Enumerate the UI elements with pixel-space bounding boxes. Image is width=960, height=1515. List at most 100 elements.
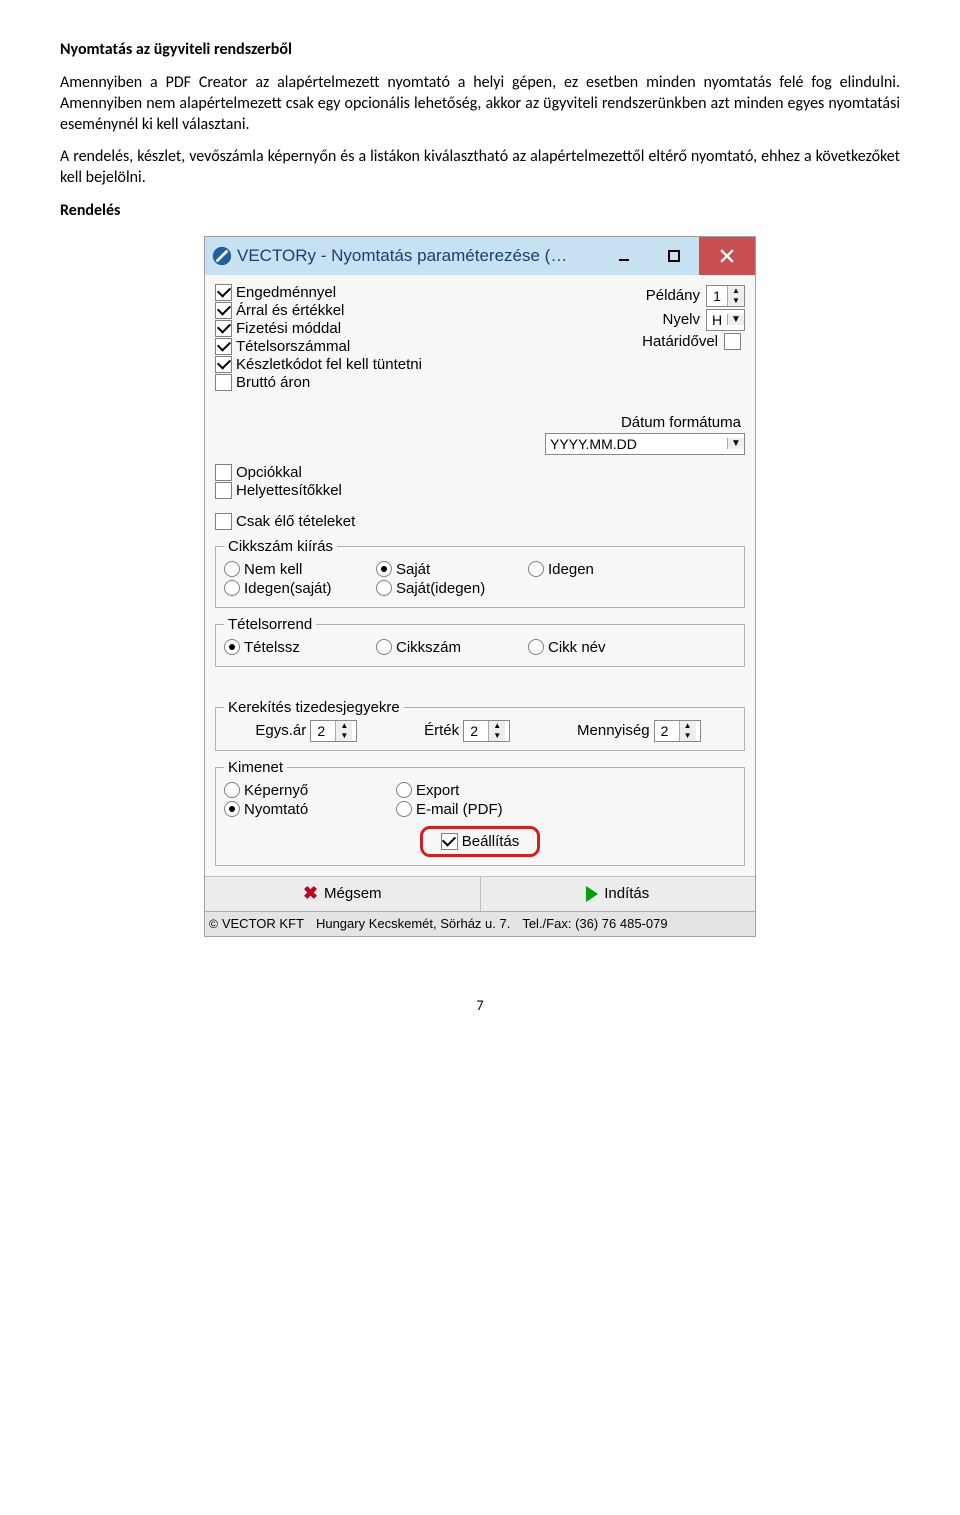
checkbox-icon [215,482,232,499]
maximize-button[interactable] [649,237,699,275]
ertek-spinner[interactable]: 2 ▲▼ [463,720,510,742]
doc-subheading: Rendelés [60,201,900,220]
date-format-value: YYYY.MM.DD [546,436,727,452]
date-format-label: Dátum formátuma [549,414,741,431]
spinner-arrows-icon: ▲▼ [679,721,696,741]
cikkszam-kiiras-group: Cikkszám kiírás Nem kell Saját Idegen [215,538,745,608]
radio-cikkszam[interactable]: Cikkszám [376,639,516,656]
minimize-button[interactable] [599,237,649,275]
chk-label: Fizetési móddal [236,320,341,337]
radio-idegen[interactable]: Idegen [528,561,668,578]
kerekites-legend: Kerekítés tizedesjegyekre [224,699,404,716]
cikkszam-legend: Cikkszám kiírás [224,538,337,555]
radio-tetelssz[interactable]: Tételssz [224,639,364,656]
chevron-down-icon: ▼ [727,438,744,449]
hataridovel-checkbox[interactable] [724,333,741,350]
ertek-label: Érték [424,722,459,739]
chk-label: Opciókkal [236,464,302,481]
egysar-value: 2 [311,721,331,741]
nyelv-value: H [707,312,727,328]
titlebar: VECTORy - Nyomtatás paraméterezése (… [205,237,755,275]
radio-label: Idegen [548,561,594,578]
status-phone: Tel./Fax: (36) 76 485-079 [522,916,667,931]
beallitas-label: Beállítás [462,833,520,850]
mennyiseg-label: Mennyiség [577,722,650,739]
left-checkbox-column: Engedménnyel Árral és értékkel Fizetési … [215,283,545,392]
checkbox-icon [215,338,232,355]
doc-heading: Nyomtatás az ügyviteli rendszerből [60,40,900,59]
chk-csak-elo-teteleket[interactable]: Csak élő tételeket [215,513,745,530]
spinner-arrows-icon: ▲▼ [488,721,505,741]
chk-label: Engedménnyel [236,284,336,301]
cancel-button[interactable]: ✖ Mégsem [205,877,480,911]
chk-opciokkal[interactable]: Opciókkal [215,464,745,481]
radio-cikk-nev[interactable]: Cikk név [528,639,668,656]
status-company: VECTOR KFT [222,916,304,931]
nyelv-label: Nyelv [662,311,700,328]
radio-idegen-sajat[interactable]: Idegen(saját) [224,580,364,597]
radio-sajat[interactable]: Saját [376,561,516,578]
checkbox-icon [215,513,232,530]
copyright-icon: © [209,917,218,931]
play-icon [586,886,598,902]
radio-icon [528,639,544,655]
doc-paragraph-1: Amennyiben a PDF Creator az alapértelmez… [60,73,900,135]
radio-label: Képernyő [244,782,308,799]
chk-label: Bruttó áron [236,374,310,391]
egysar-label: Egys.ár [255,722,306,739]
start-label: Indítás [604,885,649,902]
beallitas-highlight: Beállítás [420,826,541,857]
start-button[interactable]: Indítás [480,877,756,911]
checkbox-icon [215,464,232,481]
chk-arral-ertekkel[interactable]: Árral és értékkel [215,302,545,319]
checkbox-icon [215,302,232,319]
peldany-spinner[interactable]: 1 ▲▼ [706,285,745,307]
kerekites-group: Kerekítés tizedesjegyekre Egys.ár 2 ▲▼ É… [215,699,745,751]
close-button[interactable] [699,237,755,275]
checkbox-icon [215,320,232,337]
window-title: VECTORy - Nyomtatás paraméterezése (… [237,246,599,266]
chk-helyettesitokkel[interactable]: Helyettesítőkkel [215,482,745,499]
date-format-select[interactable]: YYYY.MM.DD ▼ [545,433,745,455]
radio-label: Cikk név [548,639,606,656]
chk-engedmennyel[interactable]: Engedménnyel [215,284,545,301]
radio-icon [376,580,392,596]
radio-kepernyo[interactable]: Képernyő [224,782,384,799]
radio-label: Cikkszám [396,639,461,656]
beallitas-checkbox[interactable] [441,833,458,850]
chk-brutto-aron[interactable]: Bruttó áron [215,374,545,391]
chk-label: Helyettesítőkkel [236,482,342,499]
cancel-x-icon: ✖ [303,883,318,904]
radio-icon [224,561,240,577]
chk-keszletkodot[interactable]: Készletkódot fel kell tüntetni [215,356,545,373]
kimenet-group: Kimenet Képernyő Export Nyomtató [215,759,745,866]
spinner-arrows-icon: ▲▼ [335,721,352,741]
status-address: Hungary Kecskemét, Sörház u. 7. [316,916,510,931]
chk-tetelsorszammal[interactable]: Tételsorszámmal [215,338,545,355]
hataridovel-label: Határidővel [642,333,718,350]
tetelsorrend-group: Tételsorrend Tételssz Cikkszám Cikk név [215,616,745,667]
checkbox-icon [215,374,232,391]
app-logo-icon [211,245,233,267]
nyelv-select[interactable]: H ▼ [706,309,745,331]
radio-icon [224,580,240,596]
radio-sajat-idegen[interactable]: Saját(idegen) [376,580,516,597]
chevron-down-icon: ▼ [727,314,744,325]
egysar-spinner[interactable]: 2 ▲▼ [310,720,357,742]
peldany-value: 1 [707,286,727,306]
radio-export[interactable]: Export [396,782,536,799]
ertek-value: 2 [464,721,484,741]
radio-label: Idegen(saját) [244,580,332,597]
radio-label: Saját [396,561,430,578]
radio-label: Saját(idegen) [396,580,485,597]
action-buttons-row: ✖ Mégsem Indítás [205,876,755,911]
chk-fizetesi-moddal[interactable]: Fizetési móddal [215,320,545,337]
radio-email-pdf[interactable]: E-mail (PDF) [396,801,536,818]
radio-nem-kell[interactable]: Nem kell [224,561,364,578]
radio-nyomtato[interactable]: Nyomtató [224,801,384,818]
radio-icon [396,782,412,798]
mennyiseg-spinner[interactable]: 2 ▲▼ [654,720,701,742]
radio-icon [224,801,240,817]
peldany-label: Példány [646,287,700,304]
spinner-arrows-icon: ▲▼ [727,286,744,306]
